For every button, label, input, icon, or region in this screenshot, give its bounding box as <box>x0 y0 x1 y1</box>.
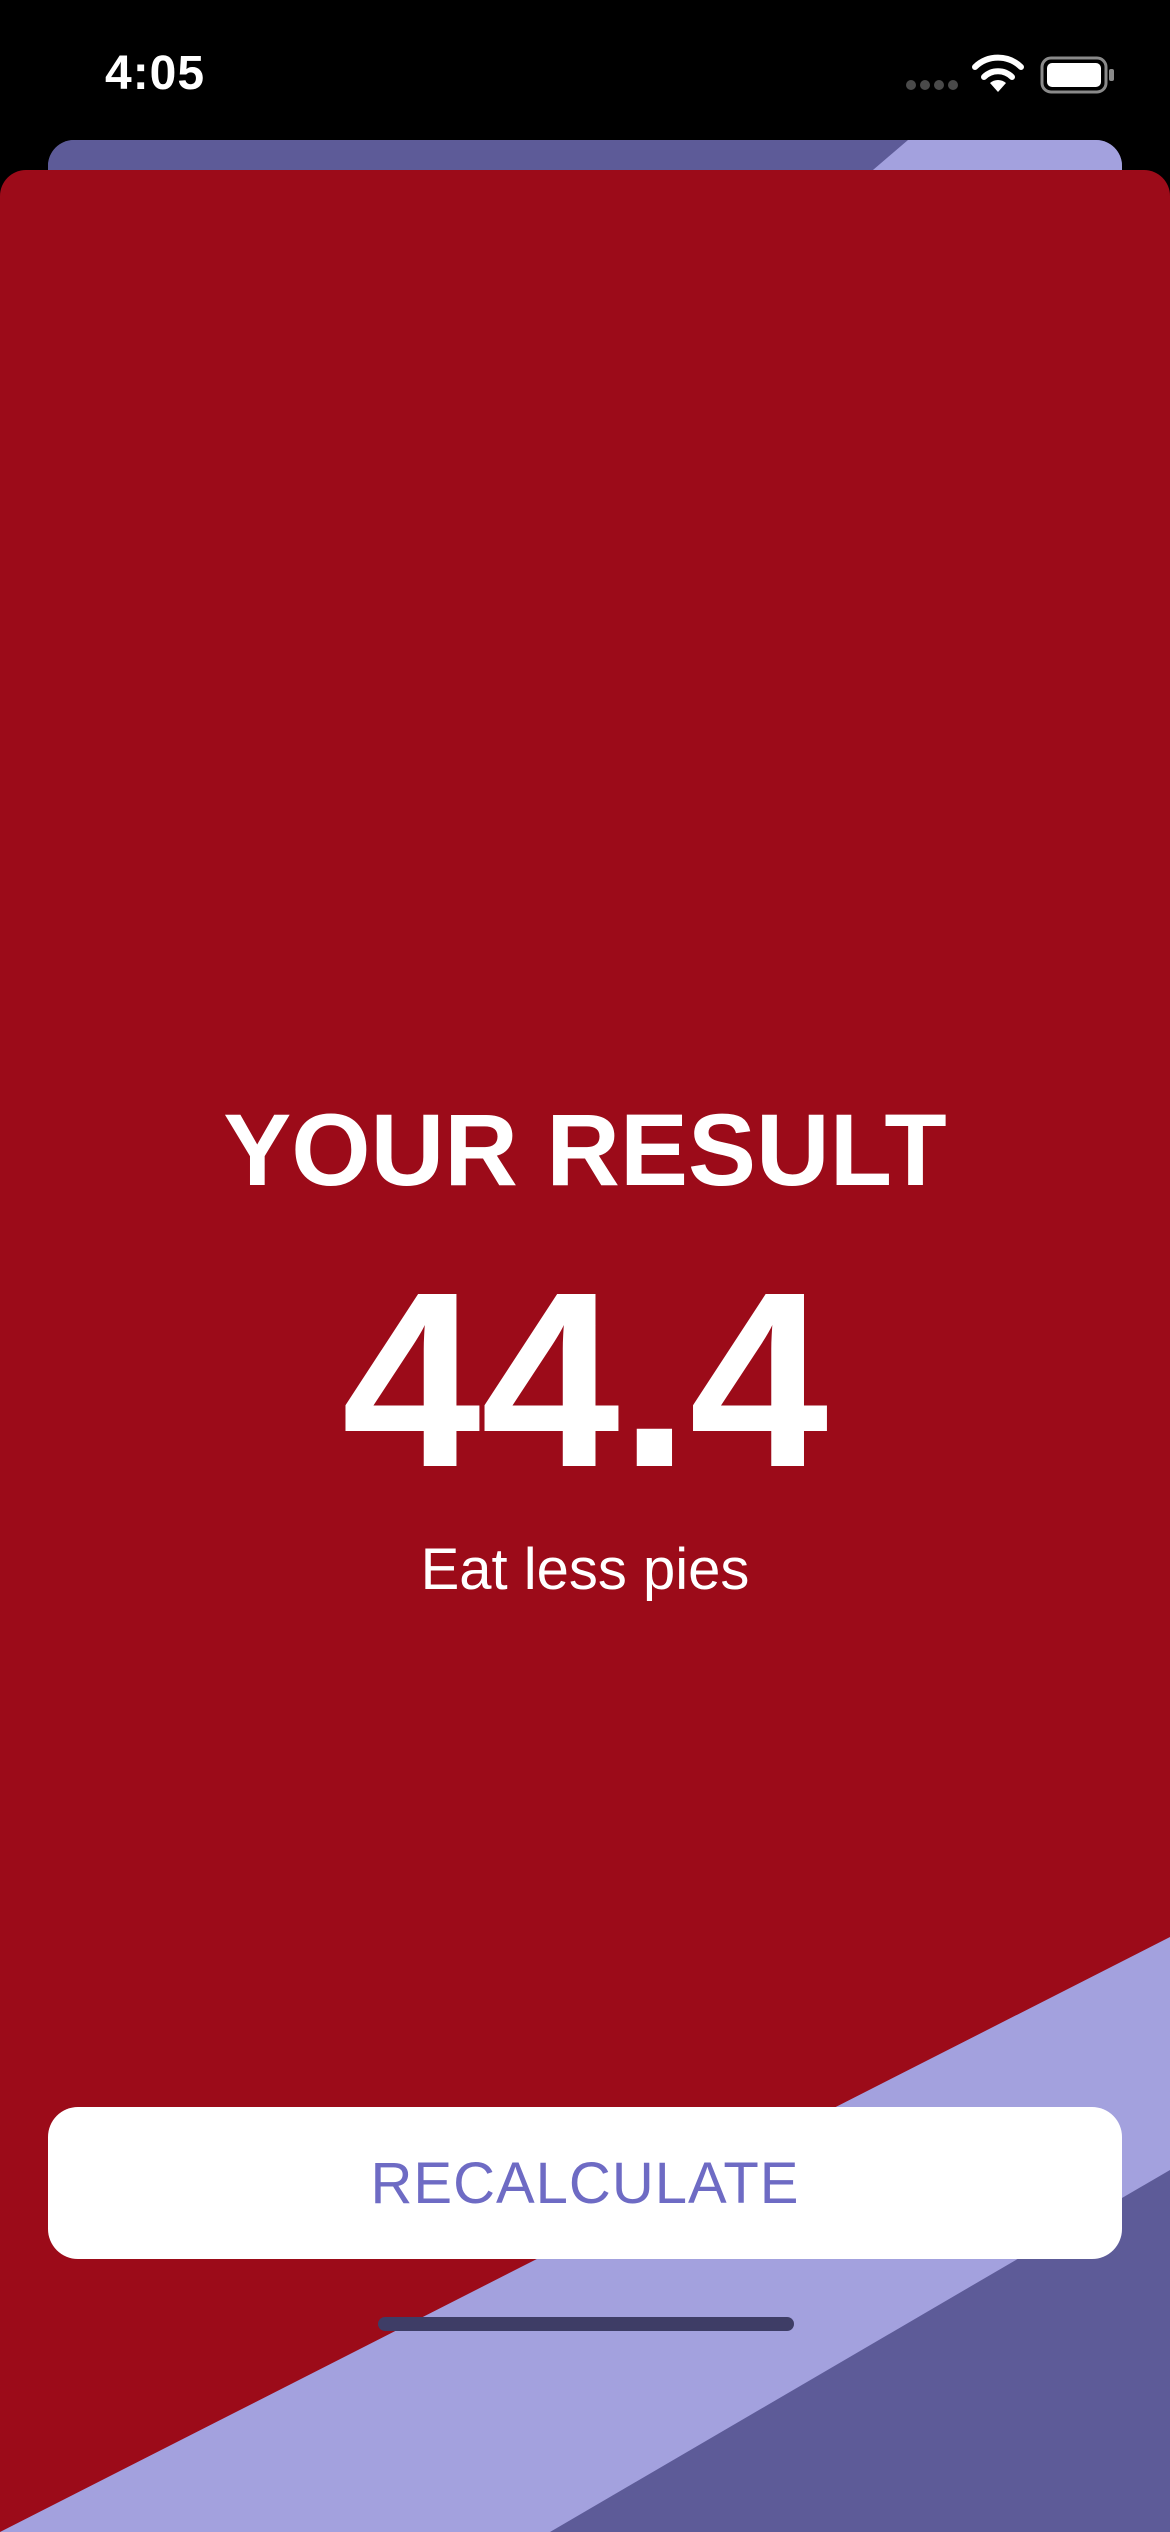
home-indicator[interactable] <box>378 2317 794 2331</box>
result-advice: Eat less pies <box>420 1537 750 1602</box>
status-time: 4:05 <box>105 47 206 100</box>
cellular-signal-icon <box>906 80 958 90</box>
bmi-value: 44.4 <box>341 1240 829 1519</box>
battery-icon <box>1040 56 1114 94</box>
recalculate-button[interactable]: RECALCULATE <box>48 2107 1122 2259</box>
result-title: YOUR RESULT <box>223 1093 947 1207</box>
status-bar: 4:05 <box>0 0 1170 140</box>
wifi-icon <box>972 54 1024 92</box>
